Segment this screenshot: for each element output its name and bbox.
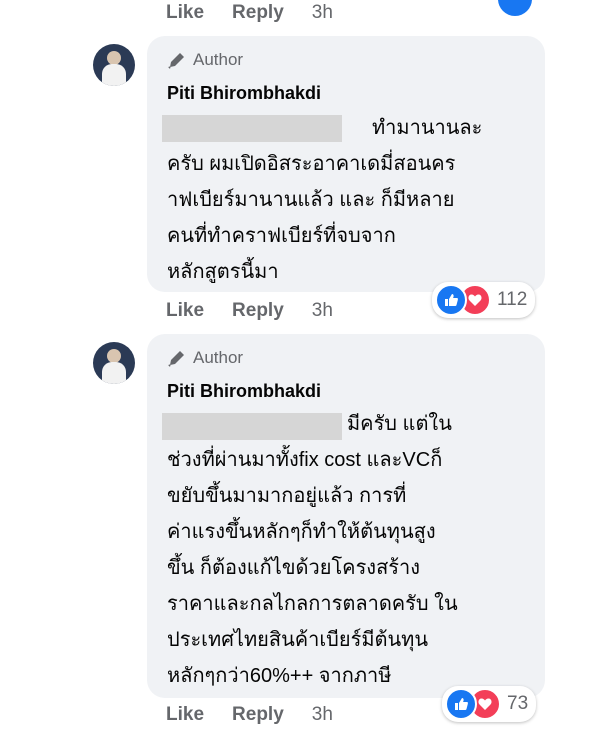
comment-actions: Like Reply 3h [166, 704, 333, 726]
comment-line: ช่วงที่ผ่านมาทั้งfix cost และVCก็ [167, 449, 443, 471]
author-badge-label: Author [193, 348, 244, 367]
redacted-mention [162, 413, 342, 440]
reaction-summary[interactable]: 112 [432, 282, 536, 318]
pencil-icon [168, 53, 184, 69]
like-button[interactable]: Like [166, 2, 204, 24]
pencil-icon [168, 351, 184, 367]
timestamp[interactable]: 3h [312, 704, 333, 726]
comment-line: ราคาและกลไกลการตลาดครับ ใน [167, 593, 458, 615]
comment-bubble: Author Piti Bhirombhakdi ทำมานานละ ครับ … [147, 36, 545, 292]
comment-line: ครับ ผมเปิดอิสระอาคาเดมี่สอนคร [167, 153, 456, 175]
commenter-name[interactable]: Piti Bhirombhakdi [167, 83, 321, 104]
comment-line: ขึ้น ก็ต้องแก้ไขด้วยโครงสร้าง [167, 557, 421, 579]
avatar[interactable] [93, 342, 135, 384]
reply-button[interactable]: Reply [232, 704, 284, 726]
reaction-summary[interactable]: 73 [442, 686, 537, 722]
comment-line: หลักสูตรนี้มา [167, 261, 279, 283]
comment-line: คนที่ทำคราฟเบียร์ที่จบจาก [167, 225, 396, 247]
comment-line: ขยับขึ้นมามากอยู่แล้ว การที่ [167, 485, 407, 507]
like-button[interactable]: Like [166, 300, 204, 322]
comment-bubble: Author Piti Bhirombhakdi มีครับ แต่ใน ช่… [147, 334, 545, 698]
author-badge-label: Author [193, 50, 244, 69]
timestamp[interactable]: 3h [312, 2, 333, 24]
avatar[interactable] [93, 44, 135, 86]
timestamp[interactable]: 3h [312, 300, 333, 322]
like-reaction-icon [498, 0, 532, 16]
reply-button[interactable]: Reply [232, 2, 284, 24]
author-badge: Author [167, 348, 243, 368]
redacted-mention [162, 115, 342, 142]
author-badge: Author [167, 50, 243, 70]
like-icon [445, 688, 477, 720]
comment-line: าฟเบียร์มานานแล้ว และ ก็มีหลาย [167, 189, 455, 211]
comment-line: มีครับ แต่ใน [347, 413, 452, 435]
top-comment-actions: Like Reply 3h [166, 2, 333, 24]
comment-line: ทำมานานละ [372, 117, 483, 139]
comment-actions: Like Reply 3h [166, 300, 333, 322]
comment-line: ค่าแรงขึ้นหลักๆก็ทำให้ต้นทุนสูง [167, 521, 436, 543]
like-button[interactable]: Like [166, 704, 204, 726]
reaction-count: 73 [507, 693, 529, 714]
commenter-name[interactable]: Piti Bhirombhakdi [167, 381, 321, 402]
comment-line: หลักๆกว่า60%++ จากภาษี [167, 665, 392, 687]
reply-button[interactable]: Reply [232, 300, 284, 322]
reaction-count: 112 [497, 289, 528, 310]
comment-line: ประเทศไทยสินค้าเบียร์มีต้นทุน [167, 629, 429, 651]
like-icon [435, 284, 467, 316]
